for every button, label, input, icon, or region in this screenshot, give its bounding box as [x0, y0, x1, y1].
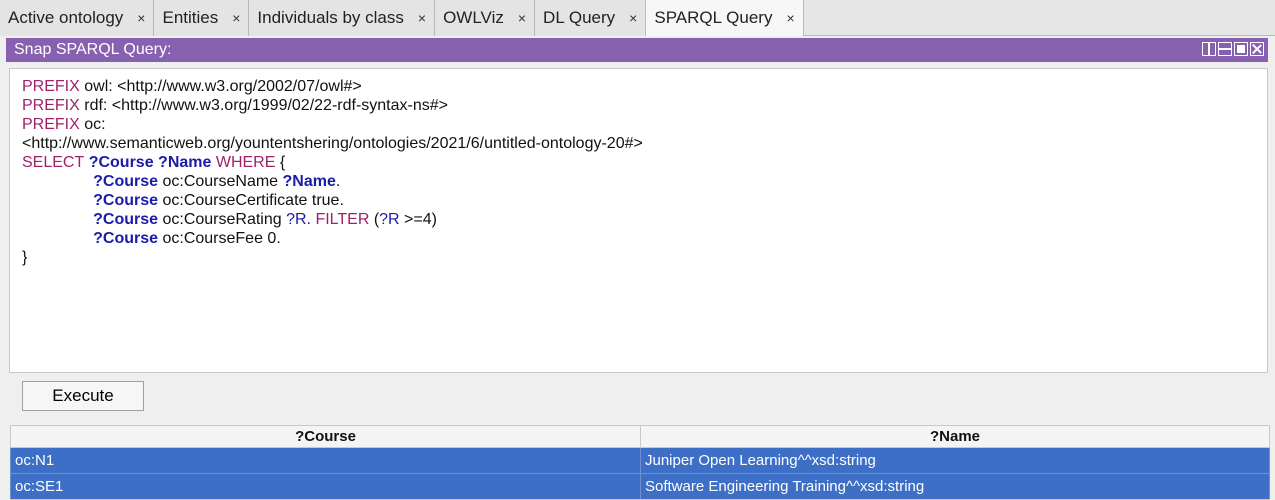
variable: ?R.: [286, 211, 311, 228]
triple-text: .: [335, 173, 341, 190]
table-cell[interactable]: Software Engineering Training^^xsd:strin…: [640, 473, 1270, 500]
triple-text: oc:CourseRating: [158, 211, 287, 228]
table-row[interactable]: oc:SE1 Software Engineering Training^^xs…: [10, 473, 1270, 500]
variable: ?Name: [282, 173, 336, 190]
results-table: ?Course ?Name oc:N1 Juniper Open Learnin…: [10, 425, 1270, 500]
tab-label: SPARQL Query: [654, 8, 773, 27]
tab-label: DL Query: [543, 8, 616, 27]
close-icon[interactable]: ×: [518, 10, 526, 26]
brace: }: [22, 249, 28, 266]
tab-individuals-by-class[interactable]: Individuals by class ×: [249, 0, 436, 36]
triple-text: oc:CourseCertificate true.: [158, 192, 344, 209]
tab-entities[interactable]: Entities ×: [154, 0, 250, 36]
execute-button[interactable]: Execute: [22, 381, 144, 411]
keyword: SELECT: [22, 154, 85, 171]
split-horizontal-icon[interactable]: [1218, 42, 1232, 56]
table-row[interactable]: oc:N1 Juniper Open Learning^^xsd:string: [10, 447, 1270, 474]
table-header-row: ?Course ?Name: [10, 425, 1270, 448]
triple-text: oc:CourseFee 0.: [158, 230, 281, 247]
variable: ?Course: [93, 192, 159, 209]
column-header[interactable]: ?Course: [10, 425, 641, 448]
close-icon[interactable]: ×: [137, 10, 145, 26]
table-cell[interactable]: oc:SE1: [10, 473, 641, 500]
tab-label: Individuals by class: [257, 8, 404, 27]
variable: ?Course: [93, 211, 159, 228]
variable: ?Course: [93, 173, 159, 190]
variable: ?Course: [93, 230, 159, 247]
close-icon[interactable]: ×: [786, 10, 794, 26]
close-panel-icon[interactable]: [1250, 42, 1264, 56]
brace: {: [275, 154, 286, 171]
keyword: PREFIX: [22, 116, 80, 133]
tab-bar: Active ontology × Entities × Individuals b…: [0, 0, 1275, 36]
table-cell[interactable]: Juniper Open Learning^^xsd:string: [640, 447, 1270, 474]
keyword: FILTER: [311, 211, 374, 228]
maximize-icon[interactable]: [1234, 42, 1248, 56]
tab-active-ontology[interactable]: Active ontology ×: [0, 0, 155, 36]
close-icon[interactable]: ×: [418, 10, 426, 26]
keyword: PREFIX: [22, 97, 80, 114]
window-controls: [1202, 42, 1264, 56]
panel-title: Snap SPARQL Query:: [14, 41, 172, 58]
prefix-text: rdf: <http://www.w3.org/1999/02/22-rdf-s…: [79, 97, 448, 114]
triple-text: oc:CourseName: [158, 173, 283, 190]
close-icon[interactable]: ×: [629, 10, 637, 26]
keyword: PREFIX: [22, 78, 80, 95]
panel-title-bar: Snap SPARQL Query:: [6, 38, 1268, 62]
tab-dl-query[interactable]: DL Query ×: [535, 0, 647, 36]
tab-label: Active ontology: [8, 8, 124, 27]
tab-label: OWLViz: [443, 8, 504, 27]
tab-owlviz[interactable]: OWLViz ×: [435, 0, 536, 36]
tab-sparql-query[interactable]: SPARQL Query ×: [646, 0, 804, 36]
split-vertical-icon[interactable]: [1202, 42, 1216, 56]
close-icon[interactable]: ×: [232, 10, 240, 26]
keyword: WHERE: [211, 154, 276, 171]
sparql-query-editor[interactable]: PREFIX owl: <http://www.w3.org/2002/07/o…: [9, 68, 1268, 373]
triple-text: >=4): [399, 211, 437, 228]
prefix-text: oc:: [79, 116, 106, 133]
column-header[interactable]: ?Name: [640, 425, 1270, 448]
table-cell[interactable]: oc:N1: [10, 447, 641, 474]
variable: ?R: [379, 211, 400, 228]
tab-label: Entities: [162, 8, 219, 27]
select-vars: ?Course ?Name: [84, 154, 212, 171]
prefix-iri: <http://www.semanticweb.org/yountentsher…: [22, 135, 643, 152]
prefix-text: owl: <http://www.w3.org/2002/07/owl#>: [79, 78, 362, 95]
